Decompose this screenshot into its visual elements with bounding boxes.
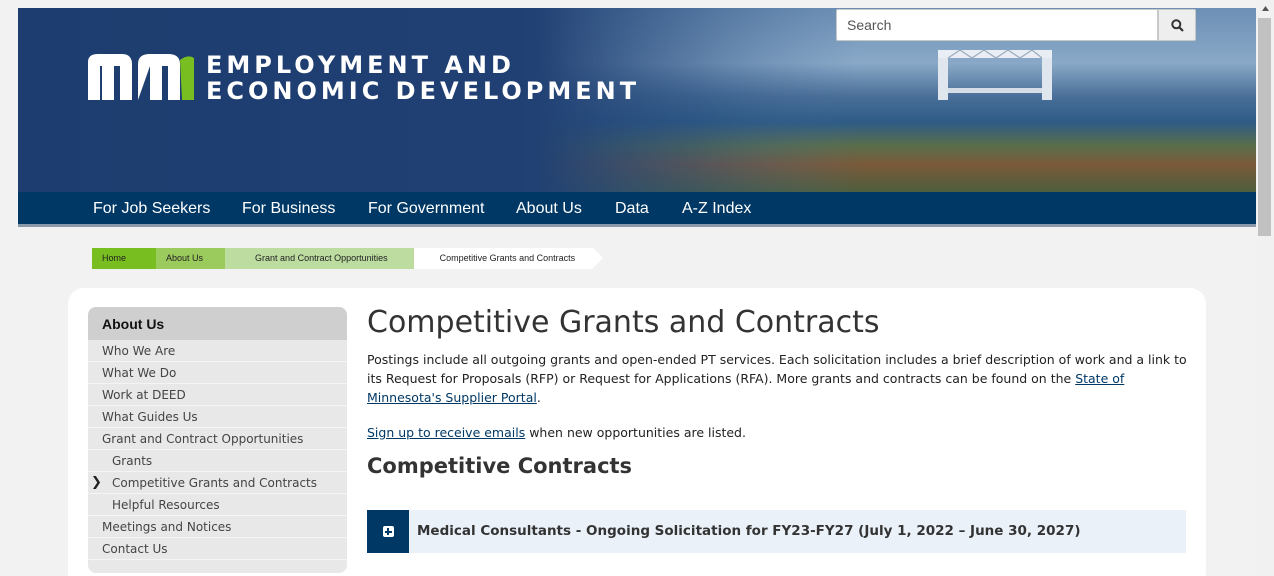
scroll-thumb[interactable] xyxy=(1258,18,1271,236)
sidebar-item-competitive-grants[interactable]: ❯ Competitive Grants and Contracts xyxy=(88,472,347,494)
nav-government[interactable]: For Government xyxy=(368,200,484,218)
sidebar-item-grant-opportunities[interactable]: Grant and Contract Opportunities xyxy=(88,428,347,450)
agency-name: EMPLOYMENT AND ECONOMIC DEVELOPMENT xyxy=(206,52,640,104)
agency-name-line1: EMPLOYMENT AND xyxy=(206,51,515,79)
intro-end: . xyxy=(536,390,541,405)
nav-about-us[interactable]: About Us xyxy=(516,200,582,218)
plus-square-icon xyxy=(382,526,394,537)
sidebar-title[interactable]: About Us xyxy=(88,307,347,340)
breadcrumb-current: Competitive Grants and Contracts xyxy=(413,248,603,269)
sidebar-item-helpful-resources[interactable]: Helpful Resources xyxy=(88,494,347,516)
sidebar-item-what-guides-us[interactable]: What Guides Us xyxy=(88,406,347,428)
sidebar-item-meetings[interactable]: Meetings and Notices xyxy=(88,516,347,538)
main-nav: For Job Seekers For Business For Governm… xyxy=(18,192,1256,227)
search-input[interactable]: Search xyxy=(836,9,1158,41)
sidebar-item-label: Competitive Grants and Contracts xyxy=(112,476,318,490)
aerial-lift-bridge-image xyxy=(938,50,1052,100)
sidebar-item-contact-us[interactable]: Contact Us xyxy=(88,538,347,560)
intro-paragraph: Postings include all outgoing grants and… xyxy=(367,350,1187,407)
scroll-up-arrow-icon[interactable] xyxy=(1256,0,1274,16)
intro-text: Postings include all outgoing grants and… xyxy=(367,352,1187,386)
signup-text: when new opportunities are listed. xyxy=(525,425,746,440)
agency-name-line2: ECONOMIC DEVELOPMENT xyxy=(206,77,641,105)
expand-button[interactable] xyxy=(367,510,409,553)
breadcrumb-about-us[interactable]: About Us xyxy=(156,248,226,269)
accordion-label[interactable]: Medical Consultants - Ongoing Solicitati… xyxy=(417,523,1081,539)
page-title: Competitive Grants and Contracts xyxy=(367,305,880,340)
signup-link[interactable]: Sign up to receive emails xyxy=(367,425,525,440)
scrollbar[interactable] xyxy=(1256,0,1274,576)
sidebar-item-grants[interactable]: Grants xyxy=(88,450,347,472)
section-title: Competitive Contracts xyxy=(367,454,633,478)
nav-job-seekers[interactable]: For Job Seekers xyxy=(93,200,210,218)
search-button[interactable] xyxy=(1158,9,1196,41)
breadcrumb: Home About Us Grant and Contract Opportu… xyxy=(92,248,603,269)
nav-az-index[interactable]: A-Z Index xyxy=(682,200,751,218)
sidebar-item-who-we-are[interactable]: Who We Are xyxy=(88,340,347,362)
nav-data[interactable]: Data xyxy=(615,200,649,218)
nav-business[interactable]: For Business xyxy=(242,200,335,218)
breadcrumb-home[interactable]: Home xyxy=(92,248,157,269)
sidebar: About Us Who We Are What We Do Work at D… xyxy=(88,307,347,573)
breadcrumb-grant-opportunities[interactable]: Grant and Contract Opportunities xyxy=(225,248,414,269)
page: EMPLOYMENT AND ECONOMIC DEVELOPMENT Sear… xyxy=(0,0,1274,576)
sidebar-item-work-at-deed[interactable]: Work at DEED xyxy=(88,384,347,406)
sidebar-item-what-we-do[interactable]: What We Do xyxy=(88,362,347,384)
accordion-item[interactable]: Medical Consultants - Ongoing Solicitati… xyxy=(367,510,1186,553)
search-icon xyxy=(1170,18,1184,32)
chevron-right-icon: ❯ xyxy=(91,475,102,490)
main-content: Competitive Grants and Contracts Posting… xyxy=(367,305,1187,478)
mn-logo-icon[interactable] xyxy=(88,54,194,105)
signup-paragraph: Sign up to receive emails when new oppor… xyxy=(367,425,1187,440)
